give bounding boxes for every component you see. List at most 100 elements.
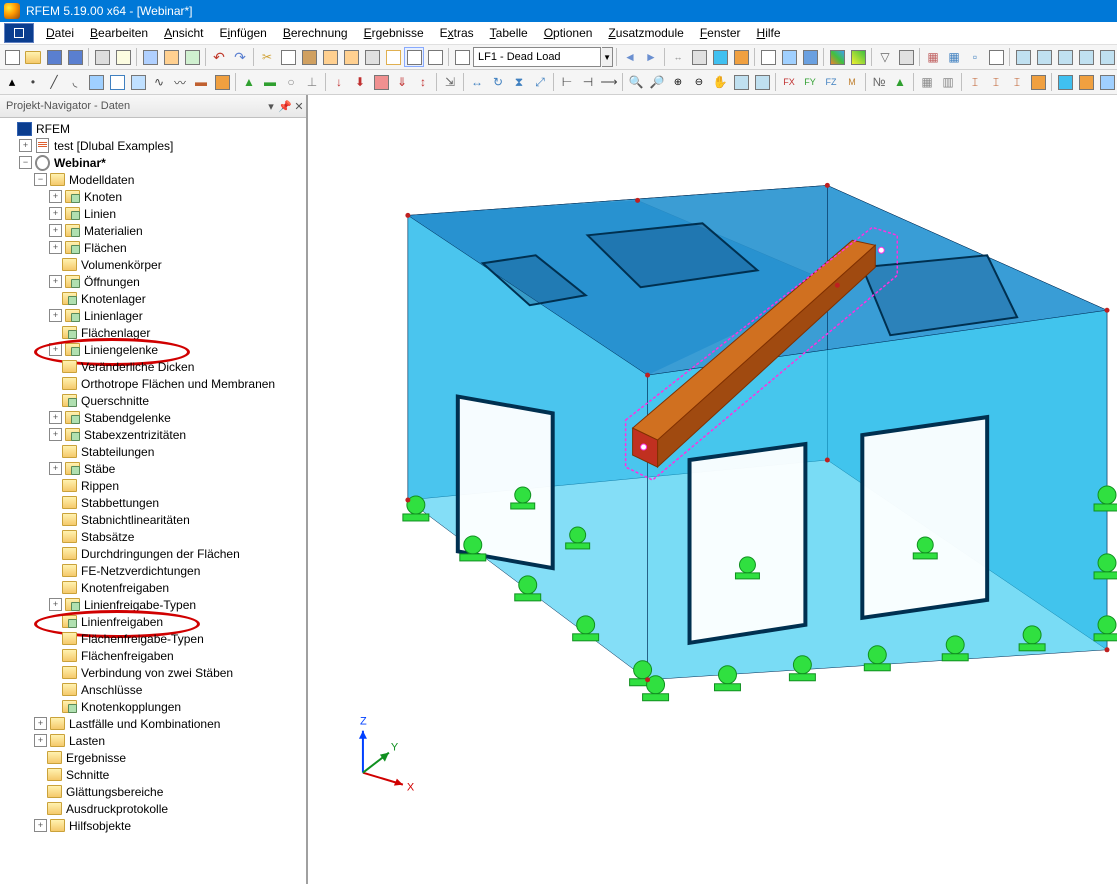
nurbs-button[interactable]: 〰 [170,72,190,92]
model-data-button[interactable] [140,47,160,67]
layer-button[interactable] [896,47,916,67]
tree-item-verbindung-von-zwei-st-ben[interactable]: Verbindung von zwei Stäben [2,664,306,681]
members-button[interactable] [731,47,751,67]
snap1-button[interactable]: ▦ [923,47,943,67]
menu-tabelle[interactable]: Tabelle [482,26,536,40]
tree-item-linienfreigaben[interactable]: Linienfreigaben [2,613,306,630]
render-button[interactable] [800,47,820,67]
results-button[interactable] [182,47,202,67]
front-button[interactable] [1097,47,1117,67]
load-member-button[interactable]: ⇓ [392,72,412,92]
menu-berechnung[interactable]: Berechnung [275,26,356,40]
expander-icon[interactable]: + [49,462,62,475]
expander-icon[interactable]: + [19,139,32,152]
tree-item-liniengelenke[interactable]: +Liniengelenke [2,341,306,358]
tree-item-fe-netzverdichtungen[interactable]: FE-Netzverdichtungen [2,562,306,579]
scale-button[interactable]: ⤢ [530,72,550,92]
support-line-button[interactable]: ▬ [260,72,280,92]
zoom-out-button[interactable]: ⊖ [689,72,709,92]
tree-item-linien[interactable]: +Linien [2,205,306,222]
solid2-button[interactable] [128,72,148,92]
viewx-button[interactable]: FX [779,72,799,92]
side-button[interactable] [1076,47,1096,67]
viewxy-button[interactable]: M [842,72,862,92]
iso-button[interactable] [1013,47,1033,67]
view-persp-button[interactable] [752,72,772,92]
expander-icon[interactable]: + [34,734,47,747]
print-button[interactable] [92,47,112,67]
color2-button[interactable] [848,47,868,67]
divide-button[interactable]: ⊢ [557,72,577,92]
tree-item-stabs-tze[interactable]: Stabsätze [2,528,306,545]
tree-item-fl-chenlager[interactable]: Flächenlager [2,324,306,341]
copy2-button[interactable] [278,47,298,67]
close-icon[interactable]: ✕ [292,100,306,113]
menu-extras[interactable]: Extras [432,26,482,40]
tree-glaettung[interactable]: Glättungsbereiche [2,783,306,800]
beam4-button[interactable] [1028,72,1048,92]
colour2-button[interactable] [1076,72,1096,92]
tree-project-test[interactable]: +test [Dlubal Examples] [2,137,306,154]
move-button[interactable]: ↔ [467,72,487,92]
redo-button[interactable]: ↷ [230,47,250,67]
hinge-button[interactable]: ○ [281,72,301,92]
show-num-button[interactable]: № [869,72,889,92]
tree-hilfsobjekte[interactable]: +Hilfsobjekte [2,817,306,834]
loads-button[interactable] [161,47,181,67]
snap2-button[interactable]: ▦ [944,47,964,67]
tree-item-stabnichtlinearit-ten[interactable]: Stabnichtlinearitäten [2,511,306,528]
pan-button[interactable]: ✋ [710,72,730,92]
menu-zusatzmodule[interactable]: Zusatzmodule [600,26,691,40]
cut-button[interactable]: ✂ [257,47,277,67]
tree-item-ver-nderliche-dicken[interactable]: Veränderliche Dicken [2,358,306,375]
open-button[interactable] [23,47,43,67]
loadcase-dropdown[interactable]: ▼ [602,47,613,67]
navigator-tree[interactable]: RFEM+test [Dlubal Examples]−Webinar*−Mod… [0,118,306,884]
options-button[interactable] [362,47,382,67]
expander-icon[interactable]: + [49,343,62,356]
tree-item-linienlager[interactable]: +Linienlager [2,307,306,324]
beam3-button[interactable]: 𝙸 [1007,72,1027,92]
view-iso-button[interactable] [731,72,751,92]
load-temp-button[interactable]: ↕ [413,72,433,92]
imp-button[interactable]: ⇲ [440,72,460,92]
load-line-button[interactable]: ⬇ [350,72,370,92]
pin-icon[interactable]: ▾ [264,100,278,113]
tree-item-fl-chen[interactable]: +Flächen [2,239,306,256]
beam2-button[interactable]: 𝙸 [986,72,1006,92]
solid-button[interactable] [779,47,799,67]
menu-bearbeiten[interactable]: Bearbeiten [82,26,156,40]
line-button[interactable]: ╱ [44,72,64,92]
tree-item-stabendgelenke[interactable]: +Stabendgelenke [2,409,306,426]
tree-modelldaten[interactable]: −Modelldaten [2,171,306,188]
load-surface-button[interactable] [371,72,391,92]
extend-button[interactable]: ⟶ [599,72,619,92]
viewz-button[interactable]: FZ [821,72,841,92]
viewy-button[interactable]: FY [800,72,820,92]
tree-item-knoten[interactable]: +Knoten [2,188,306,205]
pin2-icon[interactable]: 📌 [278,100,292,113]
expander-icon[interactable]: + [49,428,62,441]
tree-item-stabteilungen[interactable]: Stabteilungen [2,443,306,460]
wire-button[interactable] [758,47,778,67]
menu-datei[interactable]: Datei [38,26,82,40]
copy-button[interactable] [113,47,133,67]
colour1-button[interactable] [1055,72,1075,92]
beam1-button[interactable]: 𝙸 [965,72,985,92]
colour3-button[interactable] [1097,72,1117,92]
dim-button[interactable]: ↔ [668,47,688,67]
new-button[interactable] [2,47,22,67]
tree-item-querschnitte[interactable]: Querschnitte [2,392,306,409]
persp-button[interactable] [1034,47,1054,67]
menu-einfuegen[interactable]: Einfügen [211,26,274,40]
zoom-win-button[interactable]: 🔍 [626,72,646,92]
surfaces-button[interactable] [710,47,730,67]
member-button[interactable]: ▬ [191,72,211,92]
rotate-button[interactable]: ↻ [488,72,508,92]
nav-button[interactable] [425,47,445,67]
calc2-button[interactable] [341,47,361,67]
menu-ergebnisse[interactable]: Ergebnisse [356,26,432,40]
mirror-button[interactable]: ⧗ [509,72,529,92]
expander-icon[interactable]: + [49,207,62,220]
save-button[interactable] [44,47,64,67]
